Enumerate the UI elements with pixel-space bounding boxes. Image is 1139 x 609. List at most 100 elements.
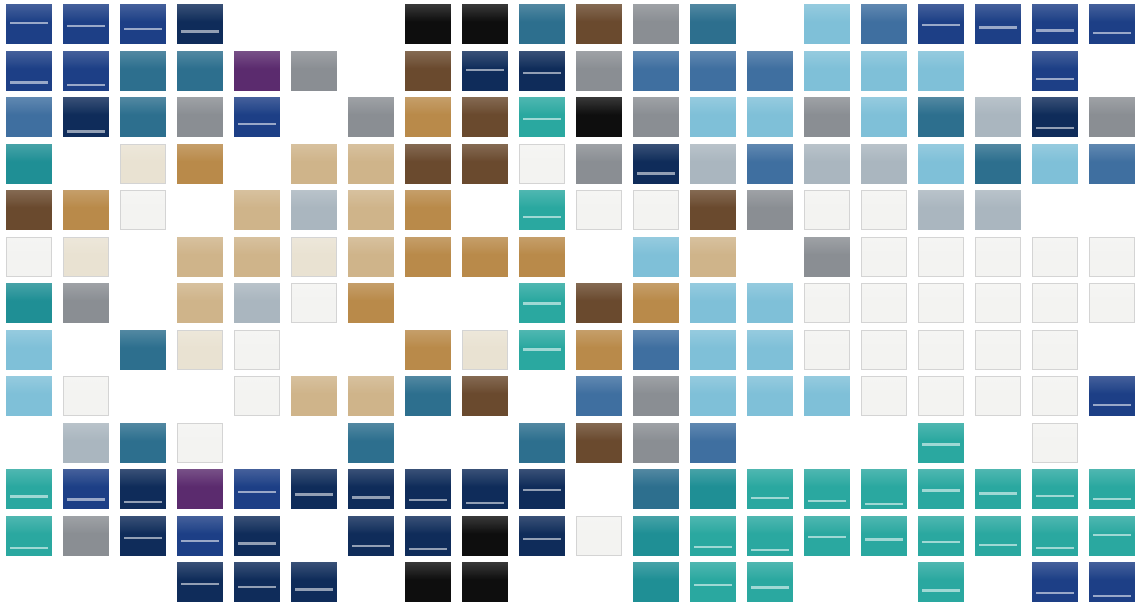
thumbnail[interactable] [690,562,736,602]
thumbnail[interactable] [918,515,964,556]
thumbnail[interactable] [1032,376,1078,416]
thumbnail[interactable] [120,422,166,463]
thumbnail[interactable] [6,469,52,509]
thumbnail[interactable] [177,50,223,91]
thumbnail[interactable] [519,329,565,370]
thumbnail[interactable] [861,50,907,91]
thumbnail[interactable] [747,329,793,370]
thumbnail[interactable] [462,97,508,137]
thumbnail[interactable] [177,143,223,184]
thumbnail[interactable] [918,4,964,44]
thumbnail[interactable] [576,97,622,137]
thumbnail[interactable] [576,143,622,184]
thumbnail[interactable] [747,97,793,137]
thumbnail[interactable] [6,4,52,44]
thumbnail[interactable] [405,143,451,184]
thumbnail[interactable] [633,190,679,230]
thumbnail[interactable] [519,283,565,323]
thumbnail[interactable] [690,97,736,137]
thumbnail[interactable] [234,562,280,602]
thumbnail[interactable] [291,50,337,91]
thumbnail[interactable] [861,329,907,370]
thumbnail[interactable] [519,469,565,509]
thumbnail[interactable] [405,236,451,277]
thumbnail[interactable] [861,97,907,137]
thumbnail[interactable] [918,97,964,137]
thumbnail[interactable] [519,97,565,137]
thumbnail[interactable] [519,422,565,463]
thumbnail[interactable] [975,376,1021,416]
thumbnail[interactable] [747,143,793,184]
thumbnail[interactable] [804,4,850,44]
thumbnail[interactable] [6,283,52,323]
thumbnail[interactable] [1089,4,1135,44]
thumbnail[interactable] [120,50,166,91]
thumbnail[interactable] [861,4,907,44]
thumbnail[interactable] [975,190,1021,230]
thumbnail[interactable] [1032,562,1078,602]
thumbnail[interactable] [804,236,850,277]
thumbnail[interactable] [633,515,679,556]
thumbnail[interactable] [348,469,394,509]
thumbnail[interactable] [291,562,337,602]
thumbnail[interactable] [348,376,394,416]
thumbnail[interactable] [1089,143,1135,184]
thumbnail[interactable] [918,50,964,91]
thumbnail[interactable] [633,562,679,602]
thumbnail[interactable] [6,515,52,556]
thumbnail[interactable] [120,329,166,370]
thumbnail[interactable] [177,97,223,137]
thumbnail[interactable] [1089,376,1135,416]
thumbnail[interactable] [861,143,907,184]
thumbnail[interactable] [747,283,793,323]
thumbnail[interactable] [6,190,52,230]
thumbnail[interactable] [747,469,793,509]
thumbnail[interactable] [291,190,337,230]
thumbnail[interactable] [291,376,337,416]
thumbnail[interactable] [633,236,679,277]
thumbnail[interactable] [234,515,280,556]
thumbnail[interactable] [576,422,622,463]
thumbnail[interactable] [405,515,451,556]
thumbnail[interactable] [291,236,337,277]
thumbnail[interactable] [519,236,565,277]
thumbnail[interactable] [63,283,109,323]
thumbnail[interactable] [519,50,565,91]
thumbnail[interactable] [633,50,679,91]
thumbnail[interactable] [63,236,109,277]
thumbnail[interactable] [234,50,280,91]
thumbnail[interactable] [690,143,736,184]
thumbnail[interactable] [462,143,508,184]
thumbnail[interactable] [690,283,736,323]
thumbnail[interactable] [405,4,451,44]
thumbnail[interactable] [405,562,451,602]
thumbnail[interactable] [690,422,736,463]
thumbnail[interactable] [576,50,622,91]
thumbnail[interactable] [633,329,679,370]
thumbnail[interactable] [405,97,451,137]
thumbnail[interactable] [120,515,166,556]
thumbnail[interactable] [1089,469,1135,509]
thumbnail[interactable] [405,469,451,509]
thumbnail[interactable] [177,422,223,463]
thumbnail[interactable] [690,190,736,230]
thumbnail[interactable] [405,190,451,230]
thumbnail[interactable] [462,50,508,91]
thumbnail[interactable] [918,329,964,370]
thumbnail[interactable] [633,283,679,323]
thumbnail[interactable] [6,236,52,277]
thumbnail[interactable] [804,329,850,370]
thumbnail[interactable] [861,515,907,556]
thumbnail[interactable] [519,4,565,44]
thumbnail[interactable] [177,515,223,556]
thumbnail[interactable] [1032,329,1078,370]
thumbnail[interactable] [918,422,964,463]
thumbnail[interactable] [177,283,223,323]
thumbnail[interactable] [63,97,109,137]
thumbnail[interactable] [1032,515,1078,556]
thumbnail[interactable] [177,4,223,44]
thumbnail[interactable] [918,562,964,602]
thumbnail[interactable] [1032,97,1078,137]
thumbnail[interactable] [6,50,52,91]
thumbnail[interactable] [747,562,793,602]
